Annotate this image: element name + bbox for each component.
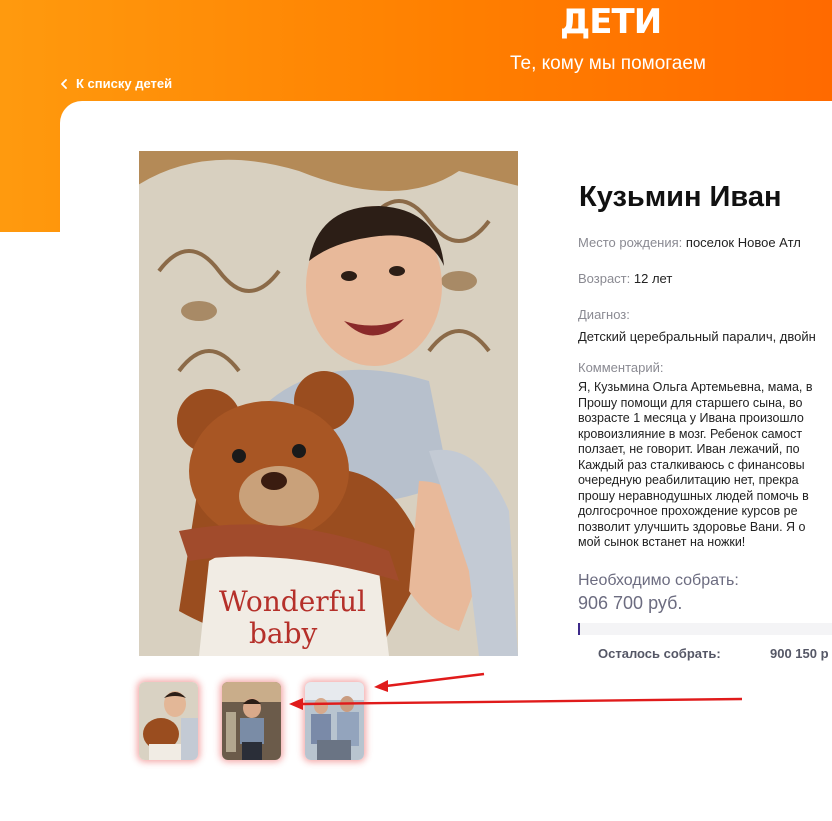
need-amount: 906 700 руб. bbox=[578, 593, 683, 613]
child-name: Кузьмин Иван bbox=[579, 181, 782, 213]
age-row: Возраст: 12 лет bbox=[578, 271, 832, 287]
comment-label: Комментарий: bbox=[578, 360, 664, 375]
comment-line: прошу неравнодушных людей помочь в bbox=[578, 488, 809, 503]
fundraising-progress-bar bbox=[578, 623, 832, 635]
comment-line: долгосрочное прохождение курсов ре bbox=[578, 504, 798, 518]
comment-line: кровоизлияние в мозг. Ребенок самост bbox=[578, 426, 803, 441]
need-label: Необходимо собрать: bbox=[578, 572, 739, 589]
chevron-left-icon bbox=[61, 78, 67, 89]
back-link-label: К списку детей bbox=[76, 76, 173, 91]
remaining-amount: 900 150 р bbox=[770, 646, 829, 661]
thumbnail-3[interactable] bbox=[305, 682, 364, 760]
comment-line: позволит улучшить здоровье Вани. Я о bbox=[578, 519, 806, 534]
thumbnail-1[interactable] bbox=[139, 682, 198, 760]
comment-line: Каждый раз сталкиваюсь с финансовы bbox=[578, 457, 805, 472]
progress-fill bbox=[578, 623, 580, 635]
back-to-children-list-link[interactable]: К списку детей bbox=[60, 76, 172, 91]
age-label: Возраст: bbox=[578, 271, 631, 286]
shirt-text-line2: baby bbox=[249, 617, 318, 650]
birthplace-row: Место рождения: поселок Новое Атл bbox=[578, 235, 832, 251]
birthplace-label: Место рождения: bbox=[578, 235, 683, 250]
comment-line: Я, Кузьмина Ольга Артемьевна, мама, в bbox=[578, 380, 813, 394]
comment-line: Прошу помощи для старшего сына, во bbox=[578, 395, 803, 410]
thumbnail-2[interactable] bbox=[222, 682, 281, 760]
comment-line: возрасте 1 месяца у Ивана произошло bbox=[578, 411, 804, 425]
birthplace-value: поселок Новое Атл bbox=[685, 235, 801, 250]
comment-text: Я, Кузьмина Ольга Артемьевна, мама, в Пр… bbox=[578, 380, 832, 556]
shirt-text-line1: Wonderful bbox=[219, 585, 366, 618]
main-child-photo[interactable]: Wonderful baby bbox=[139, 151, 518, 656]
age-value: 12 лет bbox=[633, 271, 673, 286]
site-logo[interactable]: ДЕТИ bbox=[560, 2, 662, 42]
comment-line: ползает, не говорит. Иван лежачий, по bbox=[578, 442, 800, 456]
comment-line: очередную реабилитацию нет, прекра bbox=[578, 473, 799, 487]
diagnosis-value: Детский церебральный паралич, двойн bbox=[578, 329, 816, 344]
page-subtitle: Те, кому мы помогаем bbox=[509, 53, 706, 74]
remaining-label: Осталось собрать: bbox=[598, 646, 721, 661]
comment-line: мой сынок встанет на ножки! bbox=[578, 535, 746, 549]
diagnosis-label: Диагноз: bbox=[578, 307, 630, 322]
